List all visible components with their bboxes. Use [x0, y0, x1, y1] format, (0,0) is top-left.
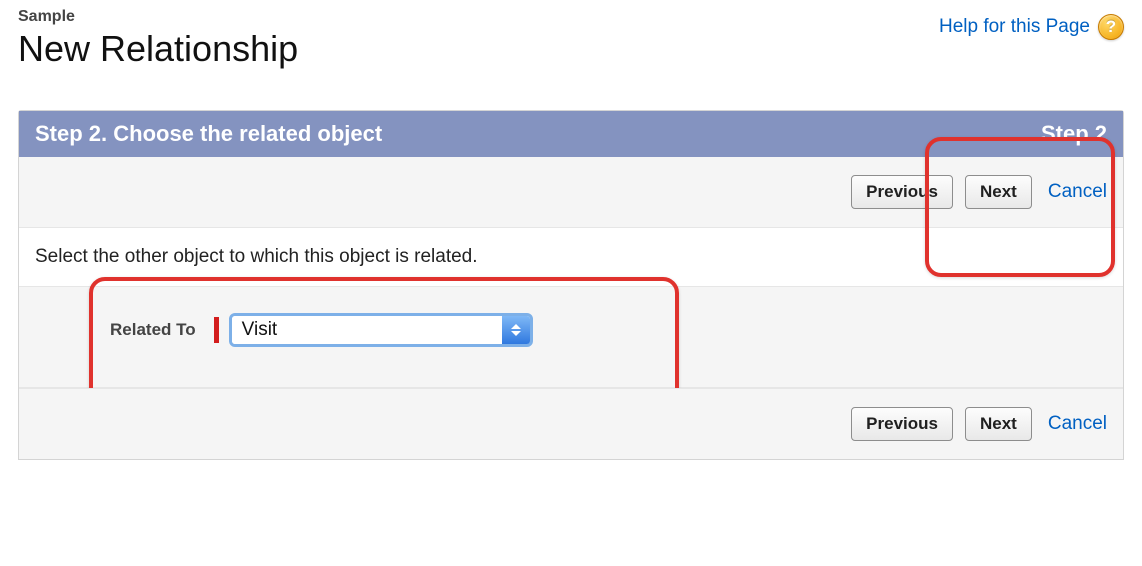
wizard-step-indicator: Step 2 — [1041, 121, 1107, 147]
help-link-wrap: Help for this Page ? — [939, 14, 1124, 40]
help-icon[interactable]: ? — [1098, 14, 1124, 40]
chevron-up-icon — [511, 324, 521, 329]
required-indicator — [214, 317, 219, 343]
instruction-text: Select the other object to which this ob… — [19, 228, 1123, 287]
cancel-link-bottom[interactable]: Cancel — [1048, 413, 1107, 435]
page-header-left: Sample New Relationship — [18, 8, 298, 70]
wizard-step-title: Step 2. Choose the related object — [35, 121, 382, 147]
next-button-bottom[interactable]: Next — [965, 407, 1032, 441]
button-row-bottom: Previous Next Cancel — [19, 388, 1123, 459]
related-to-value: Visit — [232, 316, 502, 344]
help-link[interactable]: Help for this Page — [939, 16, 1090, 38]
page-header: Sample New Relationship Help for this Pa… — [18, 8, 1124, 70]
select-stepper-icon[interactable] — [502, 316, 530, 344]
page-title: New Relationship — [18, 28, 298, 70]
wizard-header: Step 2. Choose the related object Step 2 — [19, 111, 1123, 157]
button-row-top: Previous Next Cancel — [19, 157, 1123, 228]
field-row: Related To Visit — [19, 287, 1123, 388]
wizard-panel: Step 2. Choose the related object Step 2… — [18, 110, 1124, 460]
chevron-down-icon — [511, 331, 521, 336]
related-to-select[interactable]: Visit — [229, 313, 533, 347]
previous-button[interactable]: Previous — [851, 175, 953, 209]
field-inner: Related To Visit — [110, 313, 1107, 347]
related-to-label: Related To — [110, 320, 196, 340]
breadcrumb: Sample — [18, 8, 298, 26]
next-button[interactable]: Next — [965, 175, 1032, 209]
previous-button-bottom[interactable]: Previous — [851, 407, 953, 441]
cancel-link[interactable]: Cancel — [1048, 181, 1107, 203]
